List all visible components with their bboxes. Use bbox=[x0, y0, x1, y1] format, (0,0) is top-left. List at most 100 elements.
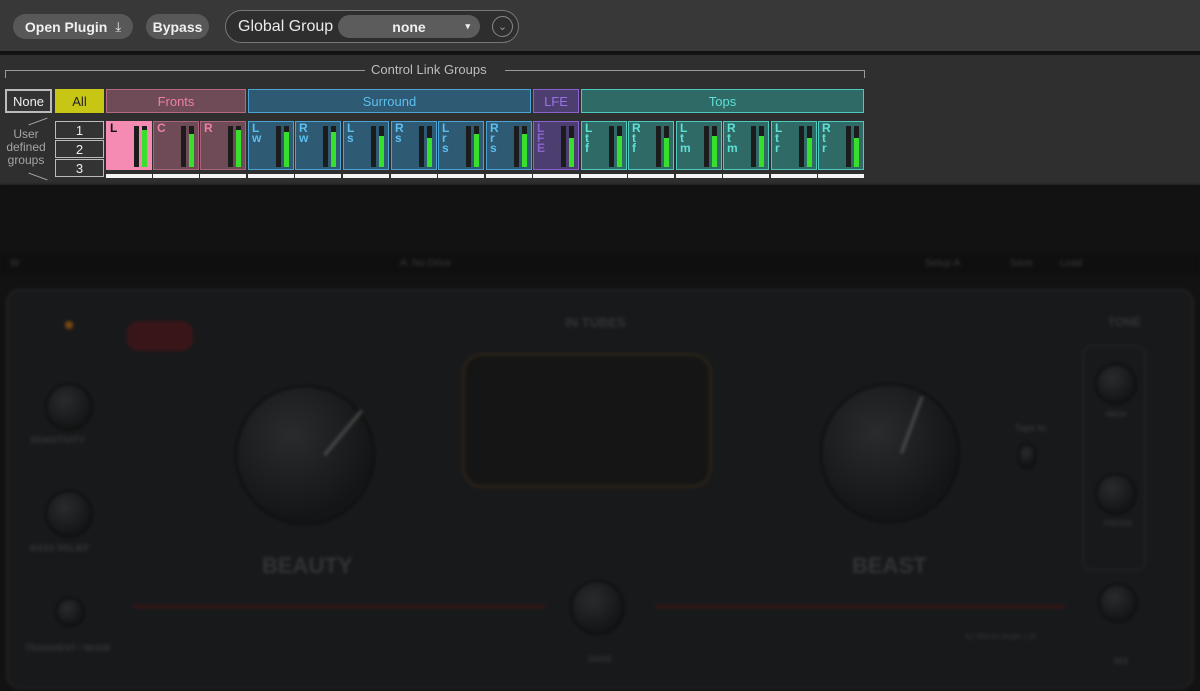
channel-strip[interactable]: L t f bbox=[581, 121, 627, 178]
channel-strip[interactable]: R bbox=[200, 121, 246, 178]
user-group-assign-bar[interactable] bbox=[723, 174, 769, 178]
none-button[interactable]: None bbox=[5, 89, 52, 113]
level-meter-fill bbox=[569, 138, 574, 167]
channel-name: R s bbox=[395, 121, 404, 145]
level-meter bbox=[427, 126, 432, 167]
level-meter-fill bbox=[617, 136, 622, 167]
panel-frame-tick-left bbox=[5, 70, 6, 78]
tone-high-knob[interactable] bbox=[1095, 363, 1137, 405]
global-group-label: Global Group bbox=[238, 18, 334, 35]
channel-strip[interactable]: L s bbox=[343, 121, 389, 178]
user-group-assign-bar[interactable] bbox=[391, 174, 437, 178]
knob-pointer bbox=[323, 409, 363, 456]
drive-knob[interactable] bbox=[570, 580, 625, 635]
group-header-fronts[interactable]: Fronts bbox=[106, 89, 246, 113]
channel-strip[interactable]: R t r bbox=[818, 121, 864, 178]
user-group-3-button[interactable]: 3 bbox=[55, 159, 104, 177]
toolbar-save[interactable]: Save bbox=[1010, 258, 1033, 269]
channel-strip[interactable]: L t r bbox=[771, 121, 817, 178]
beauty-knob[interactable] bbox=[235, 385, 375, 525]
power-led-icon[interactable] bbox=[65, 321, 73, 329]
mix-knob[interactable] bbox=[1098, 583, 1138, 623]
user-group-assign-bar[interactable] bbox=[343, 174, 389, 178]
sensitivity-knob[interactable] bbox=[45, 383, 93, 431]
channel-strip[interactable]: R r s bbox=[486, 121, 532, 178]
channel-strip[interactable]: R w bbox=[295, 121, 341, 178]
channel-strip[interactable]: L bbox=[106, 121, 152, 178]
transient-mode-switch[interactable] bbox=[55, 597, 85, 627]
channel-strip[interactable]: C bbox=[153, 121, 199, 178]
user-group-assign-bar[interactable] bbox=[533, 174, 579, 178]
level-meter-fill bbox=[759, 136, 764, 167]
level-meter-fill bbox=[331, 132, 336, 167]
user-group-2-button[interactable]: 2 bbox=[55, 140, 104, 158]
channel-name: L bbox=[110, 121, 118, 135]
all-button[interactable]: All bbox=[55, 89, 104, 113]
level-meter-fill bbox=[807, 138, 812, 167]
channel-strip[interactable]: L w bbox=[248, 121, 294, 178]
level-meter bbox=[569, 126, 574, 167]
open-plugin-label: Open Plugin bbox=[24, 18, 108, 35]
channel-name: C bbox=[157, 121, 166, 135]
level-meter bbox=[331, 126, 336, 167]
user-group-assign-bar[interactable] bbox=[628, 174, 674, 178]
credit-text: by Waves Audio Ltd bbox=[965, 632, 1036, 641]
level-meter-fill bbox=[284, 132, 289, 167]
user-group-assign-bar[interactable] bbox=[295, 174, 341, 178]
user-group-assign-bar[interactable] bbox=[153, 174, 199, 178]
toolbar-setup[interactable]: Setup A bbox=[925, 258, 960, 269]
level-meter bbox=[807, 126, 812, 167]
beast-label: BEAST bbox=[852, 553, 927, 578]
user-group-assign-bar[interactable] bbox=[438, 174, 484, 178]
tone-focus-knob[interactable] bbox=[1095, 473, 1137, 515]
level-meter-fill bbox=[142, 130, 147, 167]
channel-strip[interactable]: R t m bbox=[723, 121, 769, 178]
level-meter bbox=[656, 126, 661, 167]
level-meter bbox=[561, 126, 566, 167]
level-meter bbox=[522, 126, 527, 167]
user-group-assign-bar[interactable] bbox=[818, 174, 864, 178]
group-header-tops[interactable]: Tops bbox=[581, 89, 864, 113]
global-group-dropdown[interactable]: none ▾ bbox=[338, 15, 480, 38]
level-meter-fill bbox=[236, 130, 241, 167]
channel-name: L F E bbox=[537, 121, 546, 155]
tone-focus-label: FOCUS bbox=[1104, 519, 1132, 528]
channel-name: R r s bbox=[490, 121, 499, 155]
channel-strip[interactable]: L F E bbox=[533, 121, 579, 178]
group-header-surround[interactable]: Surround bbox=[248, 89, 531, 113]
global-group-value: none bbox=[392, 18, 426, 35]
channel-strip[interactable]: L t m bbox=[676, 121, 722, 178]
chevron-circle-icon[interactable]: ⌄ bbox=[492, 16, 513, 37]
user-group-assign-bar[interactable] bbox=[248, 174, 294, 178]
channel-name: L t r bbox=[775, 121, 783, 155]
user-group-assign-bar[interactable] bbox=[771, 174, 817, 178]
user-group-assign-bar[interactable] bbox=[581, 174, 627, 178]
channel-strip[interactable]: R t f bbox=[628, 121, 674, 178]
preset-name[interactable]: A: No Drive bbox=[400, 258, 451, 269]
channel-name: R w bbox=[299, 121, 309, 145]
dropdown-caret-icon: ▾ bbox=[465, 21, 470, 31]
toolbar-load[interactable]: Load bbox=[1060, 258, 1082, 269]
bass-relief-knob[interactable] bbox=[45, 490, 93, 538]
user-group-assign-bar[interactable] bbox=[200, 174, 246, 178]
user-group-assign-bar[interactable] bbox=[106, 174, 152, 178]
channel-name: R bbox=[204, 121, 213, 135]
level-meter bbox=[379, 126, 384, 167]
group-header-lfe[interactable]: LFE bbox=[533, 89, 579, 113]
level-meter bbox=[664, 126, 669, 167]
tape-toggle-switch[interactable] bbox=[1018, 443, 1036, 469]
level-meter bbox=[181, 126, 186, 167]
user-group-assign-bar[interactable] bbox=[676, 174, 722, 178]
user-group-assign-bar[interactable] bbox=[486, 174, 532, 178]
sensitivity-label: SENSITIVITY bbox=[30, 435, 86, 445]
channel-strip[interactable]: R s bbox=[391, 121, 437, 178]
waves-logo-icon[interactable]: W bbox=[10, 258, 19, 269]
level-meter bbox=[617, 126, 622, 167]
bypass-button[interactable]: Bypass bbox=[146, 14, 209, 39]
user-group-1-button[interactable]: 1 bbox=[55, 121, 104, 139]
plugin-window: W A: No Drive Setup A Save Load SENSITIV… bbox=[0, 185, 1200, 691]
channel-strip[interactable]: L r s bbox=[438, 121, 484, 178]
beast-knob[interactable] bbox=[820, 383, 960, 523]
open-plugin-button[interactable]: Open Plugin ⤓ bbox=[13, 14, 133, 39]
level-meter bbox=[228, 126, 233, 167]
